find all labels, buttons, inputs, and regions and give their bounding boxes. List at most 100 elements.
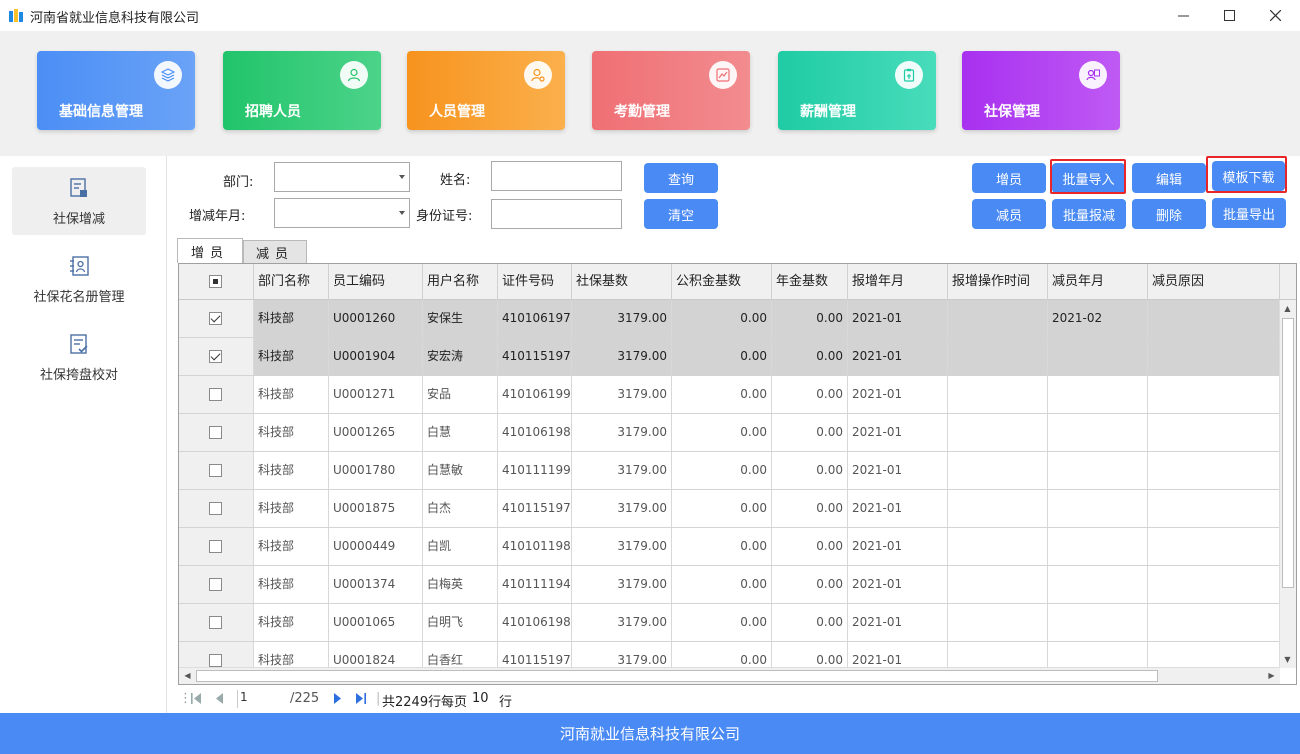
query-button[interactable]: 查询 [644,163,718,193]
row-checkbox[interactable] [209,350,222,363]
table-cell: 科技部 [254,452,329,489]
row-checkbox[interactable] [209,426,222,439]
tab-add[interactable]: 增员 [177,238,243,263]
maximize-button[interactable] [1206,0,1252,31]
sidebar-item-ss-roster[interactable]: 社保花名册管理 [12,245,146,313]
table-cell [948,490,1048,527]
app-logo-icon [9,9,23,22]
table-cell [1148,490,1280,527]
clear-button[interactable]: 清空 [644,199,718,229]
table-cell: 白慧 [423,414,498,451]
row-checkbox[interactable] [209,616,222,629]
edit-button[interactable]: 编辑 [1132,163,1206,193]
table-row[interactable]: 科技部U0001271安品410106199...3179.000.000.00… [179,376,1280,414]
module-social-security[interactable]: 社保管理 [962,51,1120,130]
column-header[interactable]: 报增年月 [848,264,948,300]
table-row[interactable]: 科技部U0001260安保生410106197...3179.000.000.0… [179,300,1280,338]
horizontal-scroll-thumb[interactable] [196,670,1158,682]
table-cell: U0001904 [329,338,423,375]
row-checkbox[interactable] [209,578,222,591]
table-cell: 410115197... [498,490,572,527]
table-row[interactable]: 科技部U0001374白梅英410111194...3179.000.000.0… [179,566,1280,604]
prev-page-icon[interactable] [216,693,224,704]
table-row[interactable]: 科技部U0001780白慧敏410111199...3179.000.000.0… [179,452,1280,490]
module-label: 薪酬管理 [800,104,856,120]
table-row[interactable]: 科技部U0001265白慧410106198...3179.000.000.00… [179,414,1280,452]
table-row[interactable]: 科技部U0001875白杰410115197...3179.000.000.00… [179,490,1280,528]
column-header[interactable]: 证件号码 [498,264,572,300]
table-row[interactable]: 科技部U0001065白明飞410106198...3179.000.000.0… [179,604,1280,642]
column-header[interactable]: 减员年月 [1048,264,1148,300]
row-checkbox[interactable] [209,540,222,553]
module-recruitment[interactable]: 招聘人员 [223,51,381,130]
module-personnel[interactable]: 人员管理 [407,51,565,130]
module-band: 基础信息管理 招聘人员 人员管理 考勤管理 薪酬管理 社保管理 [0,31,1300,156]
highlight-box [1206,156,1287,193]
table-cell [1148,452,1280,489]
scroll-right-icon[interactable]: ▶ [1264,668,1279,683]
column-header[interactable]: 用户名称 [423,264,498,300]
scroll-up-icon[interactable]: ▲ [1280,301,1295,316]
delete-button[interactable]: 删除 [1132,199,1206,229]
select-all-checkbox[interactable] [209,275,222,288]
column-header[interactable]: 公积金基数 [672,264,772,300]
total-pages: /225 [290,691,320,706]
title-bar: 河南省就业信息科技有限公司 [0,0,1300,31]
sidebar-item-label: 社保增减 [52,212,105,227]
column-header[interactable]: 员工编码 [329,264,423,300]
tab-reduce[interactable]: 减员 [243,240,307,263]
reduce-member-button[interactable]: 减员 [972,199,1046,229]
scroll-down-icon[interactable]: ▼ [1280,652,1295,667]
module-attendance[interactable]: 考勤管理 [592,51,750,130]
table-cell [1048,528,1148,565]
column-header[interactable]: 减员原因 [1148,264,1280,300]
table-cell: 科技部 [254,528,329,565]
sidebar-item-ss-verify[interactable]: 社保挎盘校对 [12,323,146,391]
table-row[interactable]: 科技部U0000449白凯410101198...3179.000.000.00… [179,528,1280,566]
row-checkbox[interactable] [209,464,222,477]
table-cell: 科技部 [254,300,329,337]
horizontal-scrollbar[interactable]: ◀ ▶ [179,667,1280,684]
next-page-icon[interactable] [333,693,341,704]
per-page-value[interactable]: 10 [472,691,489,706]
close-button[interactable] [1252,0,1298,31]
first-page-icon[interactable] [190,693,202,704]
table-cell: 2021-01 [848,528,948,565]
idcard-input[interactable] [491,199,622,229]
dept-combo[interactable] [274,162,410,192]
scroll-left-icon[interactable]: ◀ [180,668,195,683]
table-cell [1148,566,1280,603]
row-checkbox[interactable] [209,654,222,667]
add-member-button[interactable]: 增员 [972,163,1046,193]
column-header[interactable]: 年金基数 [772,264,848,300]
table-cell: 安品 [423,376,498,413]
row-checkbox[interactable] [209,312,222,325]
table-cell: 0.00 [672,490,772,527]
table-cell [948,376,1048,413]
user-gear-icon [524,61,552,89]
month-combo[interactable] [274,198,410,228]
column-header[interactable]: 社保基数 [572,264,672,300]
table-row[interactable]: 科技部U0001904安宏涛410115197...3179.000.000.0… [179,338,1280,376]
table-cell: 3179.00 [572,376,672,413]
row-select-cell [179,452,254,489]
module-basic-info[interactable]: 基础信息管理 [37,51,195,130]
page-number-input[interactable]: 1 [237,690,287,708]
last-page-icon[interactable] [355,693,367,704]
vertical-scrollbar[interactable]: ▲ ▼ [1279,300,1296,668]
vertical-scroll-thumb[interactable] [1282,318,1294,588]
batch-export-button[interactable]: 批量导出 [1212,198,1286,228]
module-salary[interactable]: 薪酬管理 [778,51,936,130]
table-cell: 0.00 [672,376,772,413]
table-cell: 0.00 [672,604,772,641]
minimize-button[interactable] [1160,0,1206,31]
column-header[interactable]: 部门名称 [254,264,329,300]
chart-icon [709,61,737,89]
row-checkbox[interactable] [209,388,222,401]
name-input[interactable] [491,161,622,191]
sidebar-item-ss-change[interactable]: 社保增减 [12,167,146,235]
batch-reduce-button[interactable]: 批量报减 [1052,199,1126,229]
row-checkbox[interactable] [209,502,222,515]
table-cell [948,604,1048,641]
column-header[interactable]: 报增操作时间 [948,264,1048,300]
